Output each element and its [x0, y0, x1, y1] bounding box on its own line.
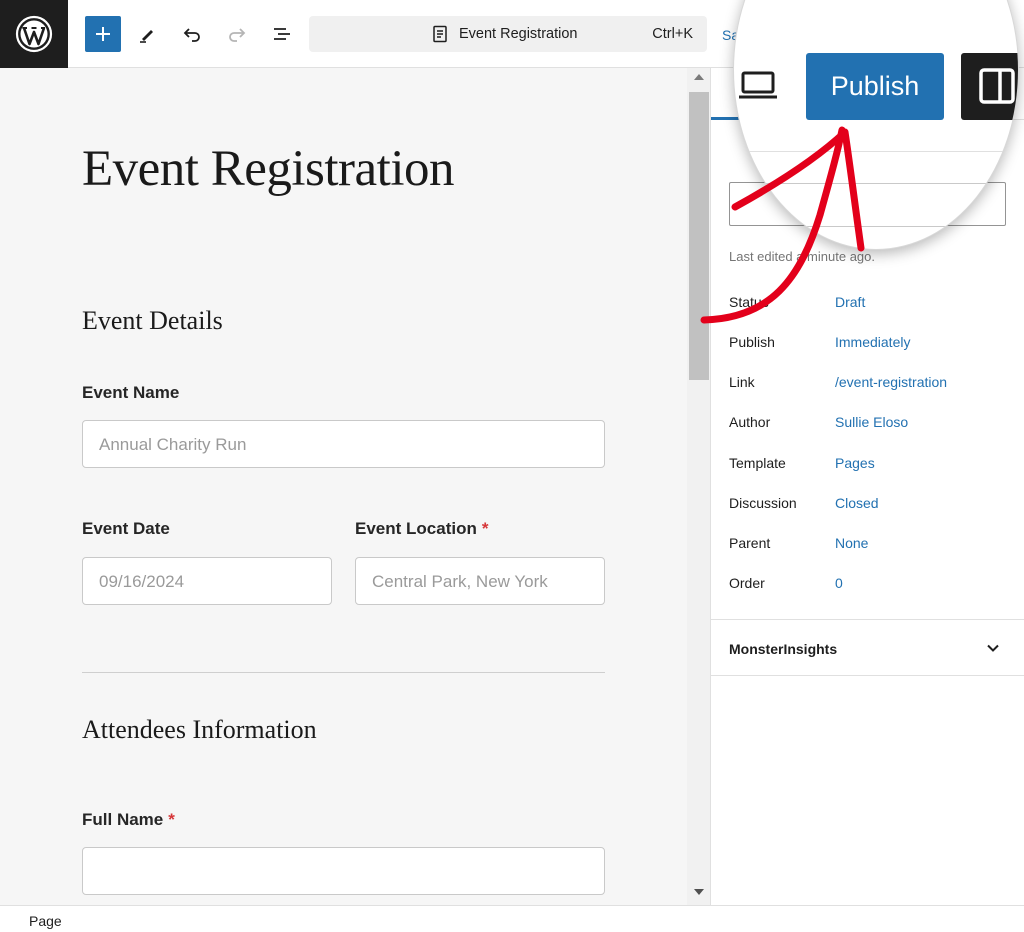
sidebar-panel-icon — [979, 68, 1015, 104]
author-value-link[interactable]: Sullie Eloso — [835, 414, 908, 430]
template-value-link[interactable]: Pages — [835, 455, 875, 471]
document-title: Event Registration — [459, 26, 578, 42]
meta-row-status: Status Draft — [729, 294, 1019, 314]
list-view-icon — [274, 28, 290, 40]
event-location-placeholder: Central Park, New York — [372, 572, 548, 591]
meta-label: Parent — [729, 535, 771, 551]
zoom-callout-divider — [734, 151, 1018, 152]
meta-row-parent: Parent None — [729, 535, 1019, 555]
event-date-placeholder: 09/16/2024 — [99, 572, 185, 591]
meta-row-link: Link /event-registration — [729, 374, 1019, 394]
full-name-label: Full Name * — [82, 810, 175, 830]
tools-button[interactable] — [129, 16, 165, 52]
required-asterisk: * — [481, 519, 489, 538]
redo-icon — [229, 28, 246, 42]
add-block-button[interactable] — [85, 16, 121, 52]
event-date-input[interactable]: 09/16/2024 — [82, 557, 332, 605]
full-name-label-text: Full Name — [82, 810, 164, 829]
event-date-label-text: Event Date — [82, 519, 170, 538]
publish-button[interactable]: Publish — [806, 53, 944, 120]
meta-label: Author — [729, 414, 771, 430]
meta-label: Publish — [729, 334, 775, 350]
panel-divider — [711, 675, 1024, 676]
event-location-label: Event Location * — [355, 519, 488, 539]
chevron-down-icon[interactable] — [986, 641, 1000, 655]
full-name-input[interactable] — [82, 847, 605, 895]
event-location-label-text: Event Location — [355, 519, 477, 538]
scroll-up-arrow-icon[interactable] — [694, 74, 704, 80]
meta-label: Link — [729, 374, 755, 390]
meta-label: Order — [729, 575, 765, 591]
canvas-scrollbar[interactable] — [687, 68, 711, 905]
event-name-placeholder: Annual Charity Run — [99, 435, 247, 454]
zoom-callout: Publish — [733, 0, 1019, 250]
page-title[interactable]: Event Registration — [82, 140, 455, 198]
event-date-label: Event Date — [82, 519, 170, 539]
zoom-callout-field — [734, 183, 1009, 227]
link-value-link[interactable]: /event-registration — [835, 374, 947, 390]
meta-label: Status — [729, 294, 769, 310]
meta-row-template: Template Pages — [729, 455, 1019, 475]
event-name-label-text: Event Name — [82, 383, 180, 402]
attendees-heading[interactable]: Attendees Information — [82, 715, 317, 745]
plus-icon — [96, 27, 110, 41]
meta-label: Discussion — [729, 495, 797, 511]
event-name-label: Event Name — [82, 383, 179, 403]
separator-block[interactable] — [82, 672, 605, 673]
event-location-input[interactable]: Central Park, New York — [355, 557, 605, 605]
order-value-link[interactable]: 0 — [835, 575, 843, 591]
meta-label: Template — [729, 455, 786, 471]
required-asterisk: * — [168, 810, 175, 829]
undo-button[interactable] — [174, 16, 210, 52]
monsterinsights-panel-toggle[interactable]: MonsterInsights — [729, 641, 837, 657]
parent-value-link[interactable]: None — [835, 535, 868, 551]
scroll-down-arrow-icon[interactable] — [694, 889, 704, 895]
undo-icon — [183, 28, 200, 42]
document-icon — [433, 25, 447, 43]
event-name-input[interactable]: Annual Charity Run — [82, 420, 605, 468]
publish-value-link[interactable]: Immediately — [835, 334, 910, 350]
settings-toggle-button[interactable] — [961, 53, 1018, 120]
keyboard-shortcut: Ctrl+K — [652, 26, 693, 42]
laptop-icon[interactable] — [738, 71, 778, 101]
redo-button[interactable] — [219, 16, 255, 52]
command-palette-bar[interactable]: Event Registration Ctrl+K — [309, 16, 707, 52]
last-edited-text: Last edited a minute ago. — [729, 249, 875, 264]
wordpress-logo-icon[interactable] — [0, 0, 68, 68]
meta-row-author: Author Sullie Eloso — [729, 414, 1019, 434]
scrollbar-thumb[interactable] — [689, 92, 709, 380]
editor-canvas: Event Registration Event Details Event N… — [0, 68, 687, 905]
discussion-value-link[interactable]: Closed — [835, 495, 879, 511]
panel-divider — [711, 619, 1024, 620]
meta-row-discussion: Discussion Closed — [729, 495, 1019, 515]
document-overview-button[interactable] — [264, 16, 300, 52]
pencil-icon — [140, 30, 153, 43]
meta-row-order: Order 0 — [729, 575, 1019, 595]
breadcrumb-page[interactable]: Page — [29, 913, 62, 929]
event-details-heading[interactable]: Event Details — [82, 306, 223, 336]
meta-row-publish: Publish Immediately — [729, 334, 1019, 354]
block-breadcrumb-bar: Page — [0, 905, 1024, 932]
status-value-link[interactable]: Draft — [835, 294, 865, 310]
